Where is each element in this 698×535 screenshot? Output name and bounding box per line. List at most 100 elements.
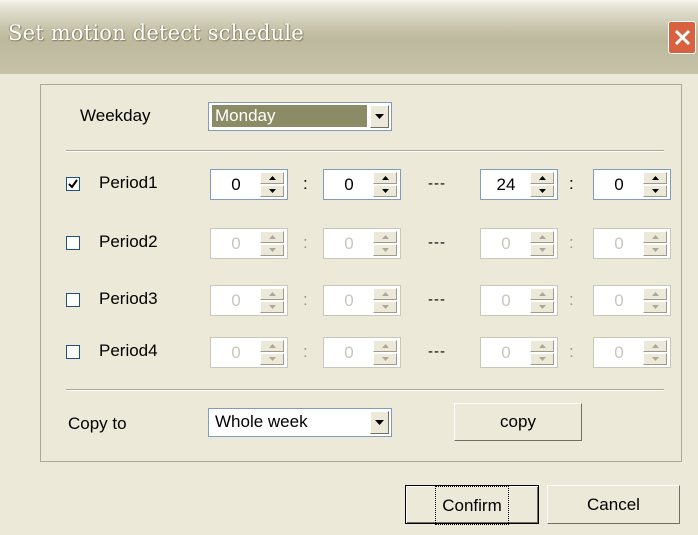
confirm-label: Confirm <box>435 486 509 525</box>
spin-down-button[interactable] <box>373 244 397 256</box>
period3-label: Period3 <box>99 289 158 308</box>
arrow-down-icon <box>382 248 389 252</box>
period3-end-min-spinner[interactable]: 0 <box>593 285 671 316</box>
arrow-up-icon <box>269 344 276 348</box>
arrow-down-icon <box>652 357 659 361</box>
separator-top <box>66 150 664 152</box>
spin-down-button[interactable] <box>530 301 554 313</box>
time-colon: : <box>303 342 308 361</box>
arrow-down-icon <box>652 189 659 193</box>
time-colon: : <box>569 174 574 193</box>
spin-up-button[interactable] <box>260 288 284 300</box>
arrow-down-icon <box>652 305 659 309</box>
spin-down-button[interactable] <box>260 353 284 365</box>
dialog-window: Set motion detect schedule Weekday Monda… <box>0 0 698 535</box>
range-dash: --- <box>428 291 446 308</box>
period1-start-min-spinner[interactable]: 0 <box>323 169 401 200</box>
title-bar[interactable]: Set motion detect schedule <box>0 0 698 74</box>
spinner-value: 0 <box>344 234 354 253</box>
spin-up-button[interactable] <box>643 231 667 243</box>
period3-checkbox[interactable] <box>66 293 80 307</box>
spin-up-button[interactable] <box>373 231 397 243</box>
arrow-up-icon <box>652 344 659 348</box>
copy-button[interactable]: copy <box>454 403 582 441</box>
copy-to-dropdown-button[interactable] <box>370 411 389 434</box>
spinner-value: 0 <box>614 343 624 362</box>
spinner-value: 0 <box>501 234 511 253</box>
period3-start-hour-spinner[interactable]: 0 <box>210 285 288 316</box>
arrow-up-icon <box>382 176 389 180</box>
spin-down-button[interactable] <box>530 353 554 365</box>
weekday-dropdown-button[interactable] <box>370 105 389 128</box>
spin-up-button[interactable] <box>530 288 554 300</box>
time-colon: : <box>569 233 574 252</box>
spin-down-button[interactable] <box>260 244 284 256</box>
period2-start-hour-spinner[interactable]: 0 <box>210 228 288 259</box>
spin-down-button[interactable] <box>530 244 554 256</box>
arrow-up-icon <box>652 292 659 296</box>
arrow-up-icon <box>269 176 276 180</box>
spin-down-button[interactable] <box>373 353 397 365</box>
arrow-down-icon <box>539 248 546 252</box>
close-button[interactable] <box>668 21 696 54</box>
spin-down-button[interactable] <box>643 353 667 365</box>
period2-checkbox[interactable] <box>66 236 80 250</box>
arrow-down-icon <box>539 189 546 193</box>
confirm-button[interactable]: Confirm <box>405 485 539 525</box>
spinner-value: 24 <box>496 175 516 194</box>
spin-down-button[interactable] <box>643 185 667 197</box>
period1-end-hour-spinner[interactable]: 24 <box>480 169 558 200</box>
copy-to-select[interactable]: Whole week <box>208 408 392 437</box>
period4-end-hour-spinner[interactable]: 0 <box>480 337 558 368</box>
window-title: Set motion detect schedule <box>8 21 304 45</box>
arrow-up-icon <box>382 292 389 296</box>
period2-start-min-spinner[interactable]: 0 <box>323 228 401 259</box>
spin-down-button[interactable] <box>260 301 284 313</box>
period4-end-min-spinner[interactable]: 0 <box>593 337 671 368</box>
period3-end-hour-spinner[interactable]: 0 <box>480 285 558 316</box>
spin-up-button[interactable] <box>643 172 667 184</box>
arrow-up-icon <box>539 176 546 180</box>
arrow-up-icon <box>382 235 389 239</box>
time-colon: : <box>303 233 308 252</box>
period4-checkbox[interactable] <box>66 345 80 359</box>
period1-checkbox[interactable] <box>66 177 80 191</box>
period2-end-hour-spinner[interactable]: 0 <box>480 228 558 259</box>
period4-start-min-spinner[interactable]: 0 <box>323 337 401 368</box>
spin-up-button[interactable] <box>373 288 397 300</box>
spin-up-button[interactable] <box>530 231 554 243</box>
spin-up-button[interactable] <box>530 172 554 184</box>
period4-start-hour-spinner[interactable]: 0 <box>210 337 288 368</box>
spin-up-button[interactable] <box>260 340 284 352</box>
time-colon: : <box>303 174 308 193</box>
spin-down-button[interactable] <box>530 185 554 197</box>
arrow-up-icon <box>652 176 659 180</box>
arrow-up-icon <box>652 235 659 239</box>
spin-down-button[interactable] <box>373 185 397 197</box>
spin-down-button[interactable] <box>260 185 284 197</box>
spin-up-button[interactable] <box>643 340 667 352</box>
spin-up-button[interactable] <box>643 288 667 300</box>
period4-label: Period4 <box>99 341 158 360</box>
spin-down-button[interactable] <box>373 301 397 313</box>
time-colon: : <box>569 342 574 361</box>
spinner-value: 0 <box>344 343 354 362</box>
spin-down-button[interactable] <box>643 301 667 313</box>
spin-up-button[interactable] <box>260 231 284 243</box>
copy-to-label: Copy to <box>68 414 127 433</box>
arrow-up-icon <box>269 235 276 239</box>
period2-end-min-spinner[interactable]: 0 <box>593 228 671 259</box>
period1-end-min-spinner[interactable]: 0 <box>593 169 671 200</box>
spin-up-button[interactable] <box>373 172 397 184</box>
range-dash: --- <box>428 343 446 360</box>
spin-up-button[interactable] <box>530 340 554 352</box>
period3-start-min-spinner[interactable]: 0 <box>323 285 401 316</box>
period1-start-hour-spinner[interactable]: 0 <box>210 169 288 200</box>
arrow-down-icon <box>382 305 389 309</box>
spin-up-button[interactable] <box>260 172 284 184</box>
spin-down-button[interactable] <box>643 244 667 256</box>
spinner-value: 0 <box>231 175 241 194</box>
weekday-select[interactable]: Monday <box>208 102 392 131</box>
spin-up-button[interactable] <box>373 340 397 352</box>
cancel-button[interactable]: Cancel <box>547 485 680 524</box>
